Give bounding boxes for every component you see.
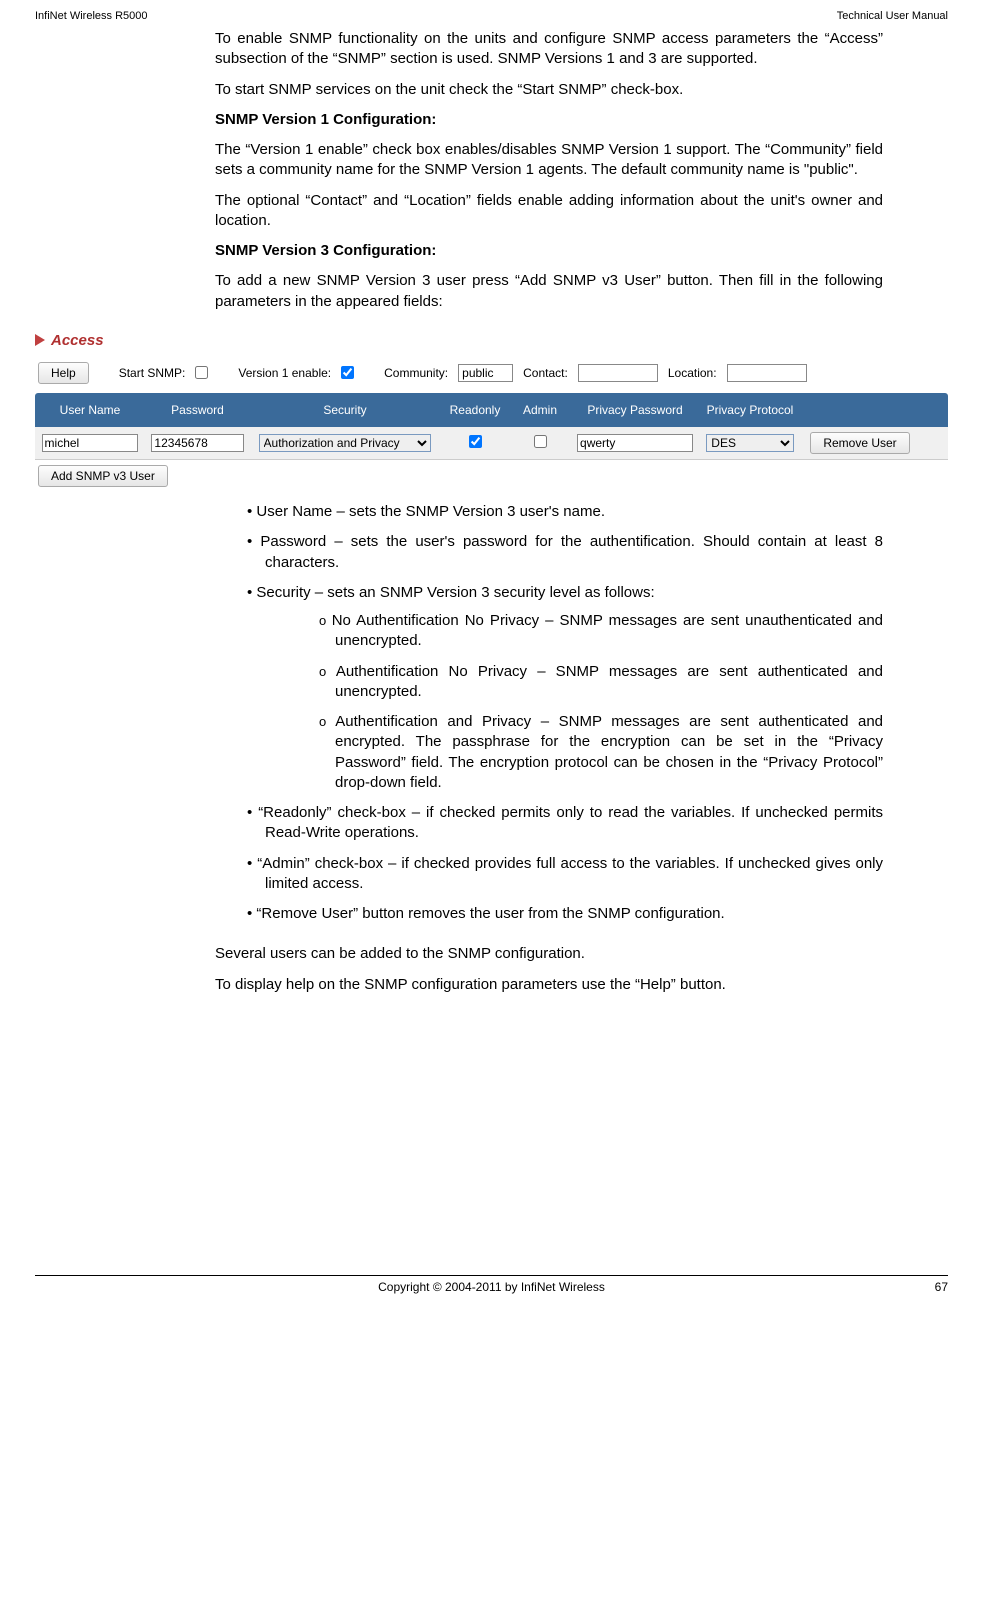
start-snmp-label: Start SNMP: xyxy=(119,366,186,380)
v1-enable-label: Version 1 enable: xyxy=(238,366,331,380)
bullet-security: Security – sets an SNMP Version 3 securi… xyxy=(215,583,883,793)
community-label: Community: xyxy=(384,366,448,380)
start-snmp-checkbox[interactable] xyxy=(195,366,208,379)
header-left: InfiNet Wireless R5000 xyxy=(35,10,148,22)
th-admin: Admin xyxy=(510,393,570,427)
page-header: InfiNet Wireless R5000 Technical User Ma… xyxy=(0,0,983,24)
add-user-row: Add SNMP v3 User xyxy=(35,460,948,492)
bullet-list: User Name – sets the SNMP Version 3 user… xyxy=(0,502,983,944)
security-select[interactable]: Authorization and Privacy xyxy=(259,434,432,452)
form-row-top: Help Start SNMP: Version 1 enable: Commu… xyxy=(35,357,948,389)
th-remove xyxy=(800,400,920,420)
trailing-p2: To display help on the SNMP configuratio… xyxy=(215,975,883,995)
th-password: Password xyxy=(145,393,250,427)
readonly-checkbox[interactable] xyxy=(469,435,482,448)
intro-p3: The “Version 1 enable” check box enables… xyxy=(215,140,883,181)
th-privacy-password: Privacy Password xyxy=(570,393,700,427)
contact-input[interactable] xyxy=(578,364,658,382)
bullet-password: Password – sets the user's password for … xyxy=(215,532,883,573)
trailing-p1: Several users can be added to the SNMP c… xyxy=(215,944,883,964)
bullet-readonly: “Readonly” check-box – if checked permit… xyxy=(215,803,883,844)
intro-p4: The optional “Contact” and “Location” fi… xyxy=(215,191,883,232)
intro-p5: To add a new SNMP Version 3 user press “… xyxy=(215,271,883,312)
add-snmp-v3-user-button[interactable]: Add SNMP v3 User xyxy=(38,465,168,487)
access-title: Access xyxy=(51,332,104,349)
contact-label: Contact: xyxy=(523,366,568,380)
th-user-name: User Name xyxy=(35,393,145,427)
privacy-protocol-select[interactable]: DES xyxy=(706,434,793,452)
sub-no-auth: No Authentification No Privacy – SNMP me… xyxy=(265,611,883,652)
password-input[interactable] xyxy=(151,434,243,452)
location-input[interactable] xyxy=(727,364,807,382)
table-header: User Name Password Security Readonly Adm… xyxy=(35,393,948,427)
location-label: Location: xyxy=(668,366,717,380)
th-readonly: Readonly xyxy=(440,393,510,427)
footer-left xyxy=(35,1280,75,1294)
th-security: Security xyxy=(250,393,440,427)
table-row: Authorization and Privacy DES Remove Use… xyxy=(35,427,948,460)
bullet-admin: “Admin” check-box – if checked provides … xyxy=(215,854,883,895)
intro-content: To enable SNMP functionality on the unit… xyxy=(0,24,983,332)
remove-user-button[interactable]: Remove User xyxy=(810,432,909,454)
bullet-user-name: User Name – sets the SNMP Version 3 user… xyxy=(215,502,883,522)
snmp-v3-heading: SNMP Version 3 Configuration: xyxy=(215,241,883,261)
footer-page-number: 67 xyxy=(908,1280,948,1294)
community-input[interactable] xyxy=(458,364,513,382)
privacy-password-input[interactable] xyxy=(577,434,693,452)
th-privacy-protocol: Privacy Protocol xyxy=(700,393,800,427)
admin-checkbox[interactable] xyxy=(534,435,547,448)
collapse-icon[interactable] xyxy=(35,334,45,346)
trailing-text: Several users can be added to the SNMP c… xyxy=(0,944,983,1015)
v1-enable-checkbox[interactable] xyxy=(341,366,354,379)
intro-p1: To enable SNMP functionality on the unit… xyxy=(215,29,883,70)
help-button[interactable]: Help xyxy=(38,362,89,384)
user-name-input[interactable] xyxy=(42,434,139,452)
sub-auth-priv: Authentification and Privacy – SNMP mess… xyxy=(265,712,883,793)
footer-copyright: Copyright © 2004-2011 by InfiNet Wireles… xyxy=(75,1280,908,1294)
snmp-v1-heading: SNMP Version 1 Configuration: xyxy=(215,110,883,130)
page-footer: Copyright © 2004-2011 by InfiNet Wireles… xyxy=(35,1275,948,1294)
header-right: Technical User Manual xyxy=(837,10,948,22)
intro-p2: To start SNMP services on the unit check… xyxy=(215,80,883,100)
bullet-remove-user: “Remove User” button removes the user fr… xyxy=(215,904,883,924)
access-ui-section: Access Help Start SNMP: Version 1 enable… xyxy=(0,332,983,502)
sub-auth-no-priv: Authentification No Privacy – SNMP messa… xyxy=(265,662,883,703)
access-header: Access xyxy=(35,332,948,349)
